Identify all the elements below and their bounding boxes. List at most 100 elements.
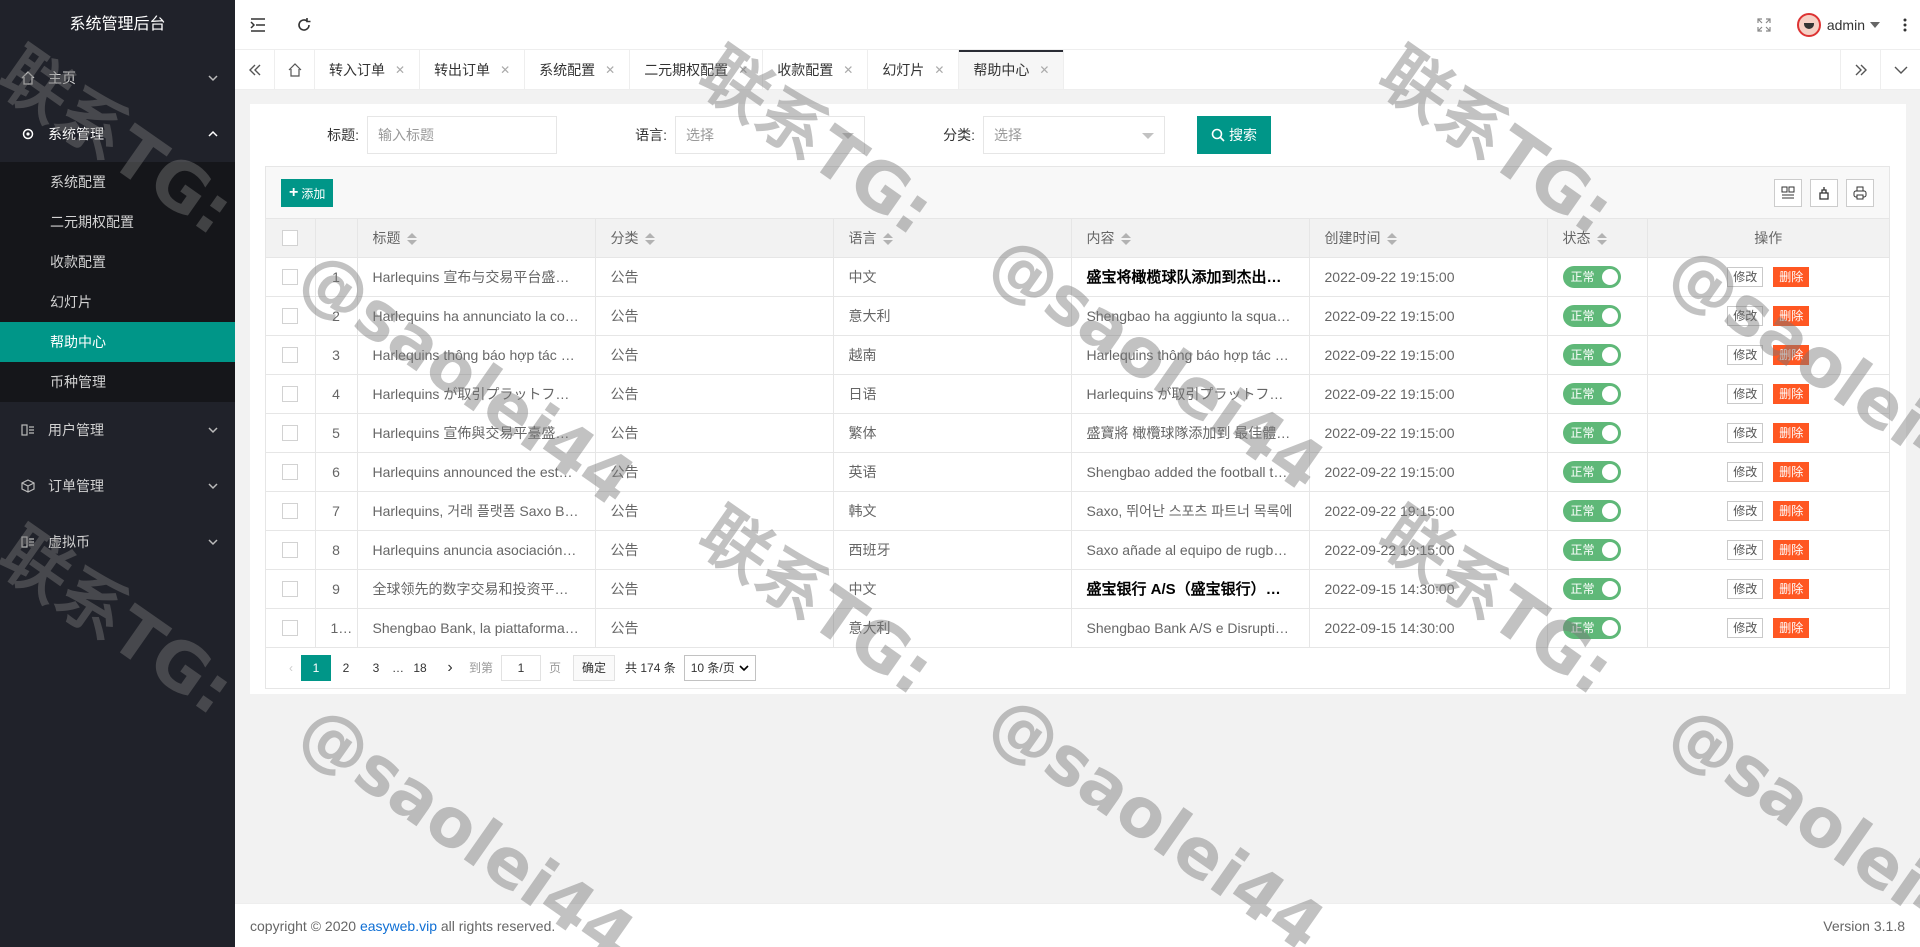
status-toggle[interactable]: 正常 — [1562, 460, 1621, 483]
delete-button[interactable]: 删除 — [1773, 578, 1810, 599]
close-icon[interactable]: ✕ — [843, 63, 853, 77]
prev-page-icon[interactable]: ‹ — [281, 655, 301, 681]
sidebar-subitem-system-config[interactable]: 系统配置 — [0, 162, 235, 202]
status-toggle[interactable]: 正常 — [1562, 616, 1621, 639]
sidebar-item-home[interactable]: 主页 — [0, 50, 235, 106]
sort-icon[interactable] — [882, 233, 893, 246]
tab-help-center[interactable]: 帮助中心 ✕ — [959, 50, 1065, 89]
status-toggle[interactable]: 正常 — [1562, 499, 1621, 522]
status-toggle[interactable]: 正常 — [1562, 421, 1621, 444]
sidebar-subitem-currency-manage[interactable]: 币种管理 — [0, 362, 235, 402]
delete-button[interactable]: 删除 — [1773, 383, 1810, 404]
col-header-created-time[interactable]: 创建时间 — [1309, 219, 1548, 258]
delete-button[interactable]: 删除 — [1773, 422, 1810, 443]
close-icon[interactable]: ✕ — [500, 63, 510, 77]
close-icon[interactable]: ✕ — [738, 63, 748, 77]
edit-button[interactable]: 修改 — [1727, 383, 1764, 404]
delete-button[interactable]: 删除 — [1773, 500, 1810, 521]
edit-button[interactable]: 修改 — [1727, 344, 1764, 365]
tab-payment-config[interactable]: 收款配置 ✕ — [763, 50, 869, 89]
close-icon[interactable]: ✕ — [934, 63, 944, 77]
tab-binary-option-config[interactable]: 二元期权配置 ✕ — [630, 50, 764, 89]
category-select[interactable]: 选择 — [983, 116, 1165, 154]
edit-button[interactable]: 修改 — [1727, 578, 1764, 599]
status-toggle[interactable]: 正常 — [1562, 538, 1621, 561]
language-select[interactable]: 选择 — [675, 116, 865, 154]
sidebar-item-system[interactable]: 系统管理 — [0, 106, 235, 162]
row-checkbox[interactable] — [282, 347, 299, 364]
row-checkbox[interactable] — [282, 386, 299, 403]
row-checkbox[interactable] — [282, 581, 299, 598]
sort-icon[interactable] — [1596, 233, 1607, 246]
tab-home-icon[interactable] — [275, 50, 315, 89]
page-1[interactable]: 1 — [301, 654, 331, 681]
page-2[interactable]: 2 — [331, 655, 361, 681]
per-page-select[interactable]: 10 条/页 — [683, 654, 756, 681]
close-icon[interactable]: ✕ — [395, 63, 405, 77]
delete-button[interactable]: 删除 — [1773, 266, 1810, 287]
row-checkbox[interactable] — [282, 620, 299, 637]
page-3[interactable]: 3 — [361, 655, 391, 681]
delete-button[interactable]: 删除 — [1773, 617, 1810, 638]
edit-button[interactable]: 修改 — [1727, 617, 1764, 638]
status-toggle[interactable]: 正常 — [1562, 304, 1621, 327]
columns-filter-icon[interactable] — [1774, 179, 1802, 207]
search-button[interactable]: 搜索 — [1197, 116, 1271, 154]
status-toggle[interactable]: 正常 — [1562, 577, 1621, 600]
sidebar-item-users[interactable]: 用户管理 — [0, 402, 235, 458]
tabs-scroll-right-icon[interactable] — [1840, 50, 1880, 89]
tabs-scroll-left-icon[interactable] — [235, 50, 275, 89]
row-checkbox[interactable] — [282, 464, 299, 481]
row-checkbox[interactable] — [282, 503, 299, 520]
sidebar-item-crypto[interactable]: 虚拟币 — [0, 514, 235, 570]
tab-system-config[interactable]: 系统配置 ✕ — [525, 50, 631, 89]
status-toggle[interactable]: 正常 — [1562, 265, 1621, 288]
sidebar-subitem-binary-option-config[interactable]: 二元期权配置 — [0, 202, 235, 242]
col-header-content[interactable]: 内容 — [1071, 219, 1310, 258]
sort-icon[interactable] — [406, 233, 417, 246]
edit-button[interactable]: 修改 — [1727, 305, 1764, 326]
edit-button[interactable]: 修改 — [1727, 422, 1764, 443]
tab-transfer-in-orders[interactable]: 转入订单 ✕ — [315, 50, 421, 89]
sort-icon[interactable] — [644, 233, 655, 246]
close-icon[interactable]: ✕ — [605, 63, 615, 77]
sidebar-item-orders[interactable]: 订单管理 — [0, 458, 235, 514]
page-18[interactable]: 18 — [405, 655, 435, 681]
col-header-status[interactable]: 状态 — [1547, 219, 1648, 258]
edit-button[interactable]: 修改 — [1727, 539, 1764, 560]
status-toggle[interactable]: 正常 — [1562, 343, 1621, 366]
col-header-category[interactable]: 分类 — [595, 219, 834, 258]
easyweb-link[interactable]: easyweb.vip — [360, 918, 437, 934]
sidebar-subitem-payment-config[interactable]: 收款配置 — [0, 242, 235, 282]
print-icon[interactable] — [1846, 179, 1874, 207]
status-toggle[interactable]: 正常 — [1562, 382, 1621, 405]
edit-button[interactable]: 修改 — [1727, 461, 1764, 482]
close-icon[interactable]: ✕ — [1039, 63, 1049, 77]
col-header-title[interactable]: 标题 — [357, 219, 596, 258]
user-menu[interactable]: admin — [1787, 12, 1890, 37]
row-checkbox[interactable] — [282, 425, 299, 442]
fullscreen-icon[interactable] — [1741, 0, 1787, 50]
tab-transfer-out-orders[interactable]: 转出订单 ✕ — [420, 50, 526, 89]
col-header-language[interactable]: 语言 — [833, 219, 1072, 258]
title-input[interactable]: 输入标题 — [367, 116, 557, 154]
row-checkbox[interactable] — [282, 269, 299, 286]
next-page-icon[interactable]: › — [435, 655, 465, 681]
collapse-menu-icon[interactable] — [235, 0, 281, 50]
goto-page-input[interactable]: 1 — [501, 654, 542, 681]
row-checkbox[interactable] — [282, 542, 299, 559]
goto-confirm-button[interactable]: 确定 — [573, 654, 616, 681]
select-all-checkbox[interactable] — [282, 230, 299, 247]
edit-button[interactable]: 修改 — [1727, 500, 1764, 521]
sort-icon[interactable] — [1120, 233, 1131, 246]
sidebar-subitem-slides[interactable]: 幻灯片 — [0, 282, 235, 322]
edit-button[interactable]: 修改 — [1727, 266, 1764, 287]
delete-button[interactable]: 删除 — [1773, 539, 1810, 560]
more-vertical-icon[interactable] — [1890, 0, 1920, 50]
delete-button[interactable]: 删除 — [1773, 344, 1810, 365]
delete-button[interactable]: 删除 — [1773, 461, 1810, 482]
row-checkbox[interactable] — [282, 308, 299, 325]
sort-icon[interactable] — [1386, 233, 1397, 246]
tabs-dropdown-icon[interactable] — [1880, 50, 1920, 89]
export-icon[interactable] — [1810, 179, 1838, 207]
